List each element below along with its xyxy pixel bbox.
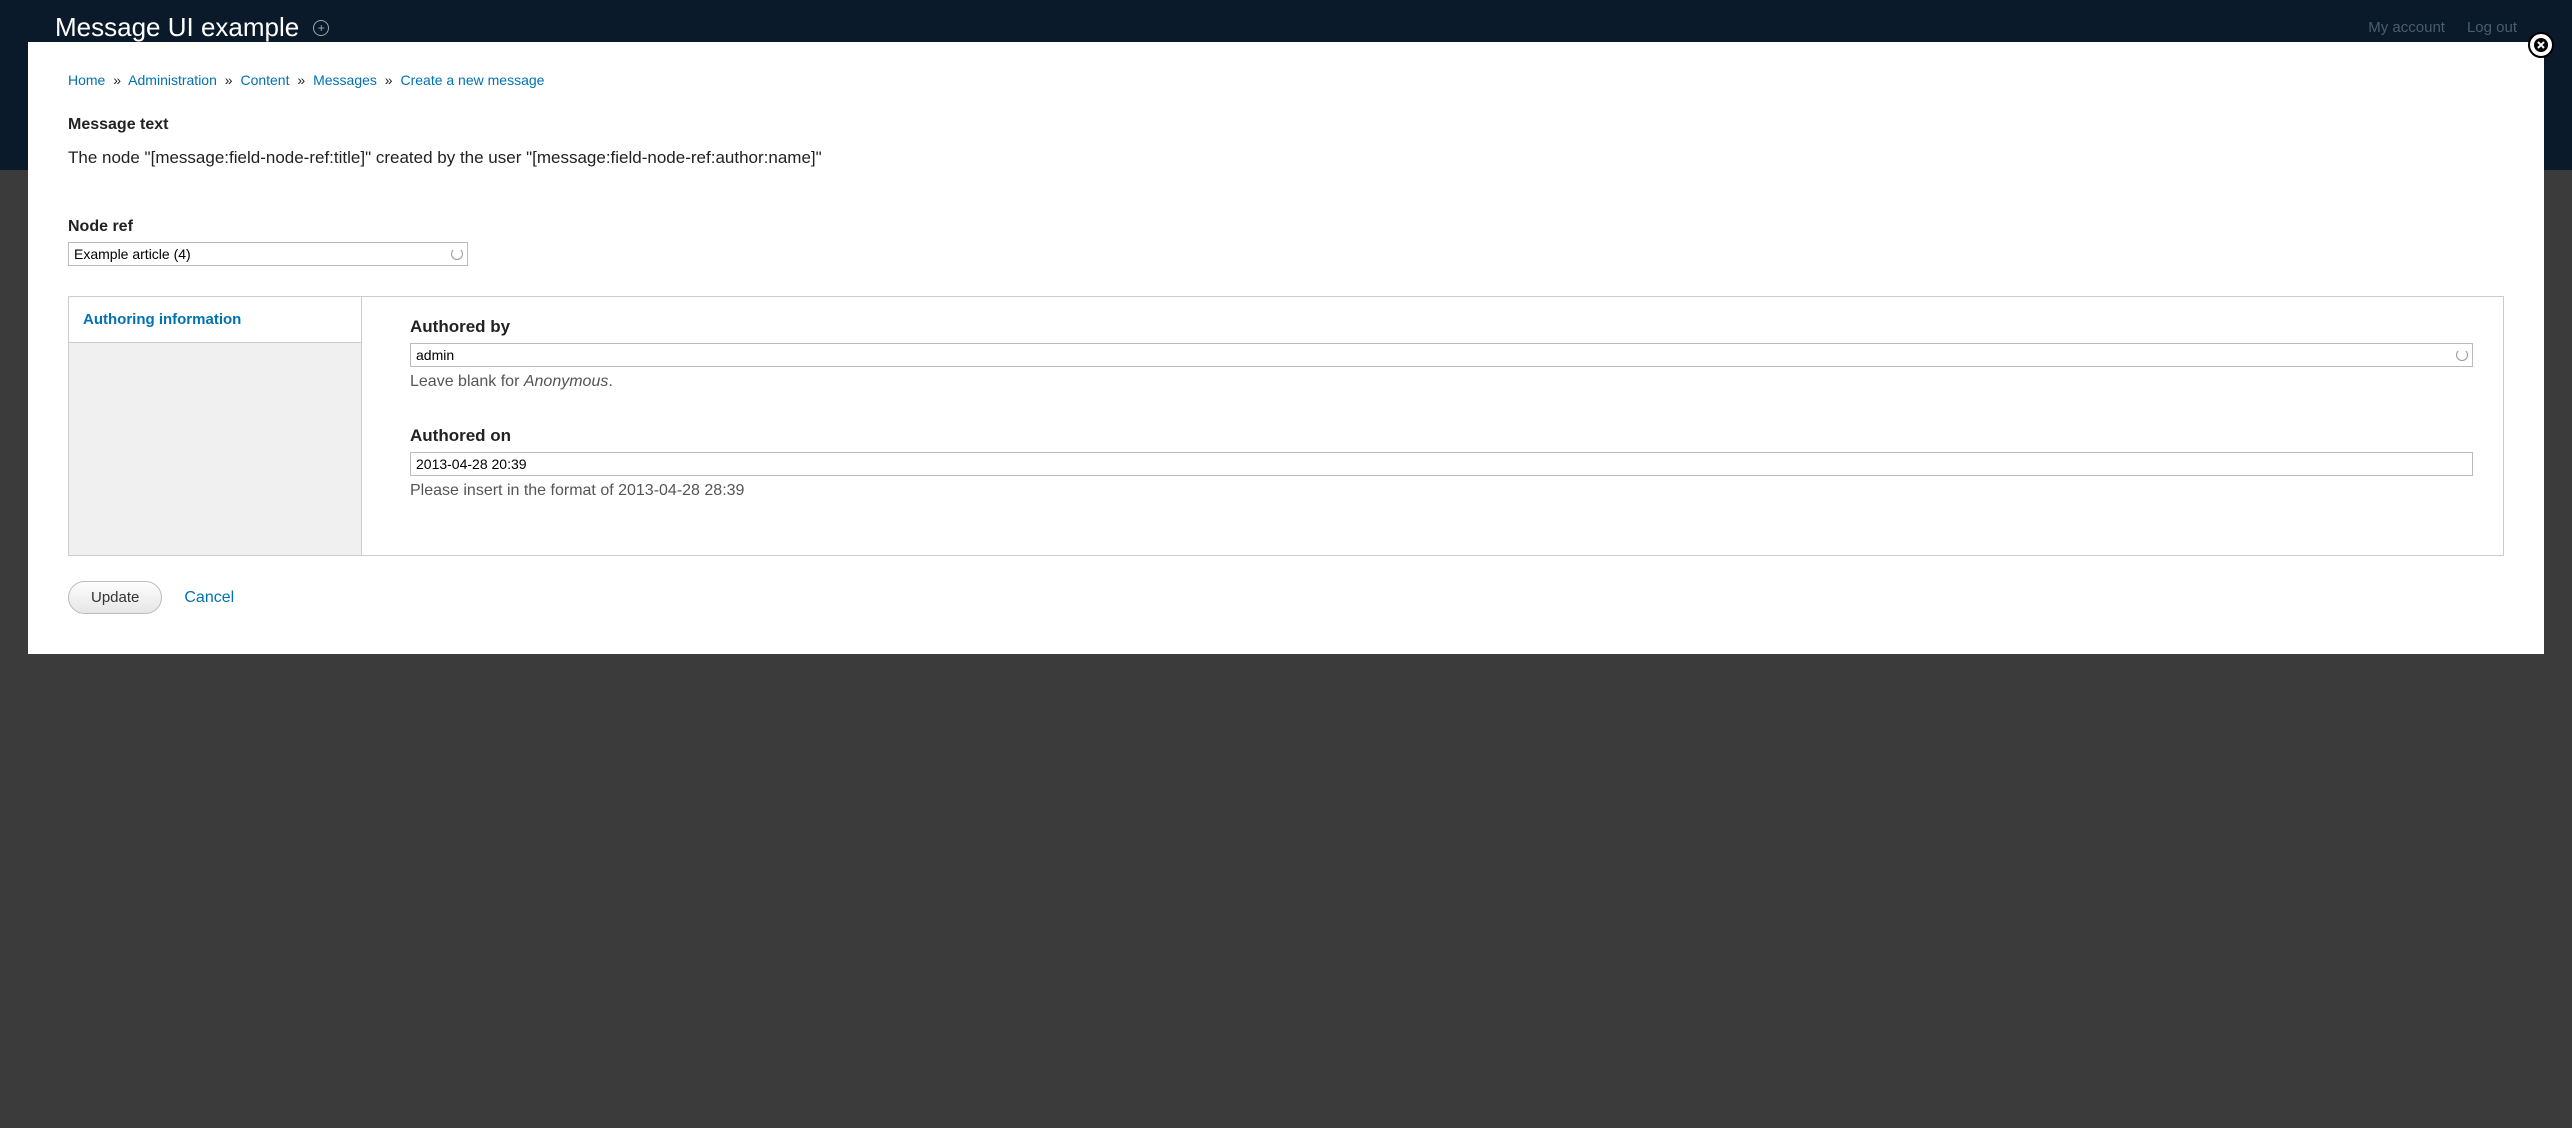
close-icon[interactable]	[2528, 32, 2554, 58]
authored-on-label: Authored on	[410, 426, 2473, 446]
node-ref-input[interactable]	[68, 242, 468, 266]
vertical-tabs-pane: Authored by Leave blank for Anonymous. A…	[362, 297, 2503, 555]
breadcrumb-sep: »	[385, 72, 393, 88]
tab-authoring-information-label[interactable]: Authoring information	[83, 311, 241, 328]
breadcrumb-content[interactable]: Content	[240, 72, 289, 88]
breadcrumb-messages[interactable]: Messages	[313, 72, 377, 88]
site-title: Message UI example +	[55, 12, 329, 43]
authored-by-help-em: Anonymous	[524, 373, 609, 390]
form-actions: Update Cancel	[68, 581, 2504, 614]
cancel-link[interactable]: Cancel	[184, 589, 234, 607]
node-ref-field: Node ref	[68, 218, 2504, 266]
overlay-panel: Home » Administration » Content » Messag…	[28, 42, 2544, 654]
authored-on-help: Please insert in the format of 2013-04-2…	[410, 482, 2473, 500]
authored-by-help-prefix: Leave blank for	[410, 373, 524, 390]
log-out-link[interactable]: Log out	[2467, 19, 2517, 36]
authored-by-input[interactable]	[410, 343, 2473, 367]
breadcrumb-administration[interactable]: Administration	[128, 72, 217, 88]
top-bar-inner: Message UI example + My account Log out	[0, 0, 2572, 43]
breadcrumb-sep: »	[113, 72, 121, 88]
node-ref-input-wrap	[68, 242, 468, 266]
top-bar: Message UI example + My account Log out …	[0, 0, 2572, 170]
user-links: My account Log out	[2368, 19, 2517, 36]
breadcrumb-sep: »	[225, 72, 233, 88]
authored-on-input-wrap	[410, 452, 2473, 476]
breadcrumb-create[interactable]: Create a new message	[400, 72, 544, 88]
vertical-tabs-list: Authoring information	[69, 297, 362, 555]
throbber-icon	[451, 248, 463, 260]
node-ref-label: Node ref	[68, 218, 2504, 236]
vertical-tabs: Authoring information Authored by Leave …	[68, 296, 2504, 556]
throbber-icon	[2456, 349, 2468, 361]
authored-by-field: Authored by Leave blank for Anonymous.	[410, 317, 2473, 391]
site-title-text: Message UI example	[55, 12, 299, 43]
authored-on-field: Authored on Please insert in the format …	[410, 426, 2473, 500]
authored-on-input[interactable]	[410, 452, 2473, 476]
breadcrumb: Home » Administration » Content » Messag…	[68, 72, 2504, 88]
add-shortcut-icon[interactable]: +	[313, 20, 329, 36]
authored-by-label: Authored by	[410, 317, 2473, 337]
authored-by-help: Leave blank for Anonymous.	[410, 373, 2473, 391]
update-button[interactable]: Update	[68, 581, 162, 614]
my-account-link[interactable]: My account	[2368, 19, 2445, 36]
message-text-body: The node "[message:field-node-ref:title]…	[68, 148, 2504, 168]
authored-by-input-wrap	[410, 343, 2473, 367]
breadcrumb-sep: »	[297, 72, 305, 88]
authored-by-help-suffix: .	[608, 373, 612, 390]
message-text-label: Message text	[68, 116, 2504, 134]
tab-authoring-information[interactable]: Authoring information	[69, 297, 361, 343]
breadcrumb-home[interactable]: Home	[68, 72, 105, 88]
